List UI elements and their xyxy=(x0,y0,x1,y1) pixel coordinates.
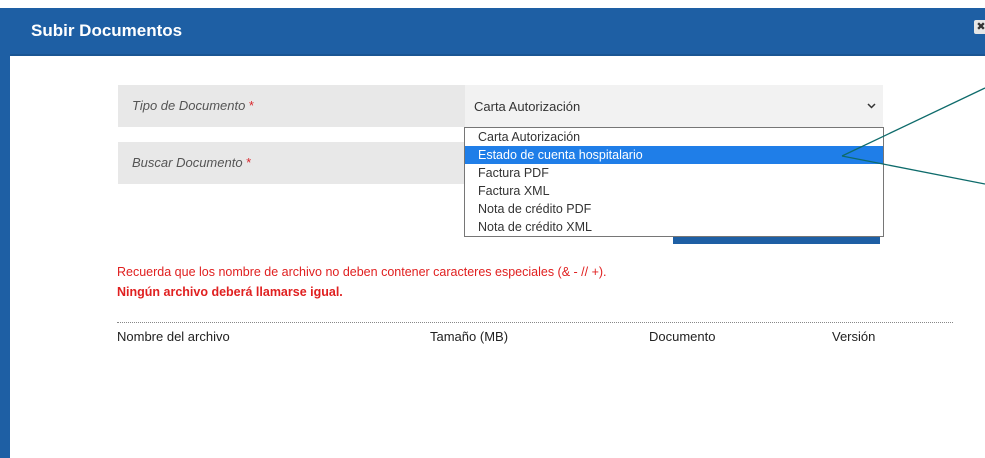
callout-line-lower xyxy=(841,155,985,185)
callout-line-upper xyxy=(841,87,985,157)
callout-lines xyxy=(841,87,985,185)
